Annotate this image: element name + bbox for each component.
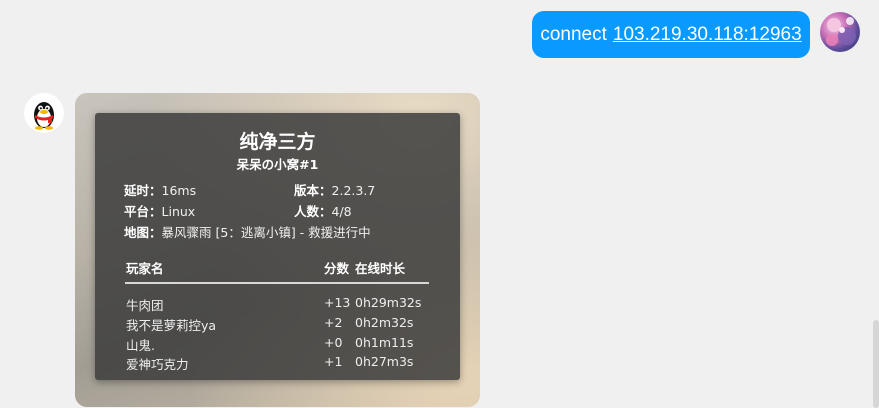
platform-info: 平台：Linux [124,201,195,220]
version-info: 版本：2.2.3.7 [294,180,375,199]
latency-value: 16ms [161,183,197,198]
latency-label: 延时： [124,183,162,198]
players-count-label: 人数： [294,204,332,219]
online-time-column-header: 在线时长 [355,261,406,276]
player-name: 牛肉团 [126,298,164,313]
server-status-panel: 纯净三方 呆呆の小窝#1 延时：16ms 版本：2.2.3.7 平台：Linux… [95,113,460,380]
player-name: 爱神巧克力 [126,357,189,372]
chat-scrollbar[interactable] [873,320,879,408]
players-count-info: 人数：4/8 [294,201,352,220]
player-column-header: 玩家名 [126,261,164,276]
map-value: 暴风骤雨 [5：逃离小镇] - 救援进行中 [161,225,371,240]
server-subtitle: 呆呆の小窝#1 [236,157,319,172]
player-score: +1 [324,354,343,369]
map-label: 地图： [124,225,162,240]
players-count-value: 4/8 [331,204,352,219]
player-online-time: 0h27m3s [355,354,414,369]
map-info: 地图：暴风骤雨 [5：逃离小镇] - 救援进行中 [124,222,371,241]
player-online-time: 0h1m11s [355,335,414,350]
user-avatar-icon[interactable] [820,12,860,52]
version-label: 版本： [294,183,332,198]
table-divider [125,282,429,284]
qq-penguin-icon[interactable] [24,93,64,133]
player-online-time: 0h2m32s [355,315,414,330]
score-column-header: 分数 [324,261,350,276]
player-score: +2 [324,315,343,330]
latency-info: 延时：16ms [124,180,196,199]
server-status-card[interactable]: 纯净三方 呆呆の小窝#1 延时：16ms 版本：2.2.3.7 平台：Linux… [75,93,480,407]
player-name: 我不是萝莉控ya [126,318,217,333]
player-score: +13 [324,295,351,310]
player-name: 山鬼. [126,338,155,353]
version-value: 2.2.3.7 [331,183,376,198]
platform-value: Linux [161,204,196,219]
player-score: +0 [324,335,343,350]
server-title: 纯净三方 [239,131,316,153]
player-online-time: 0h29m32s [355,295,422,310]
platform-label: 平台： [124,204,162,219]
server-address-link[interactable]: 103.219.30.118:12963 [613,24,802,46]
message-command: connect [540,23,607,45]
outgoing-message-bubble: connect 103.219.30.118:12963 [532,11,810,58]
